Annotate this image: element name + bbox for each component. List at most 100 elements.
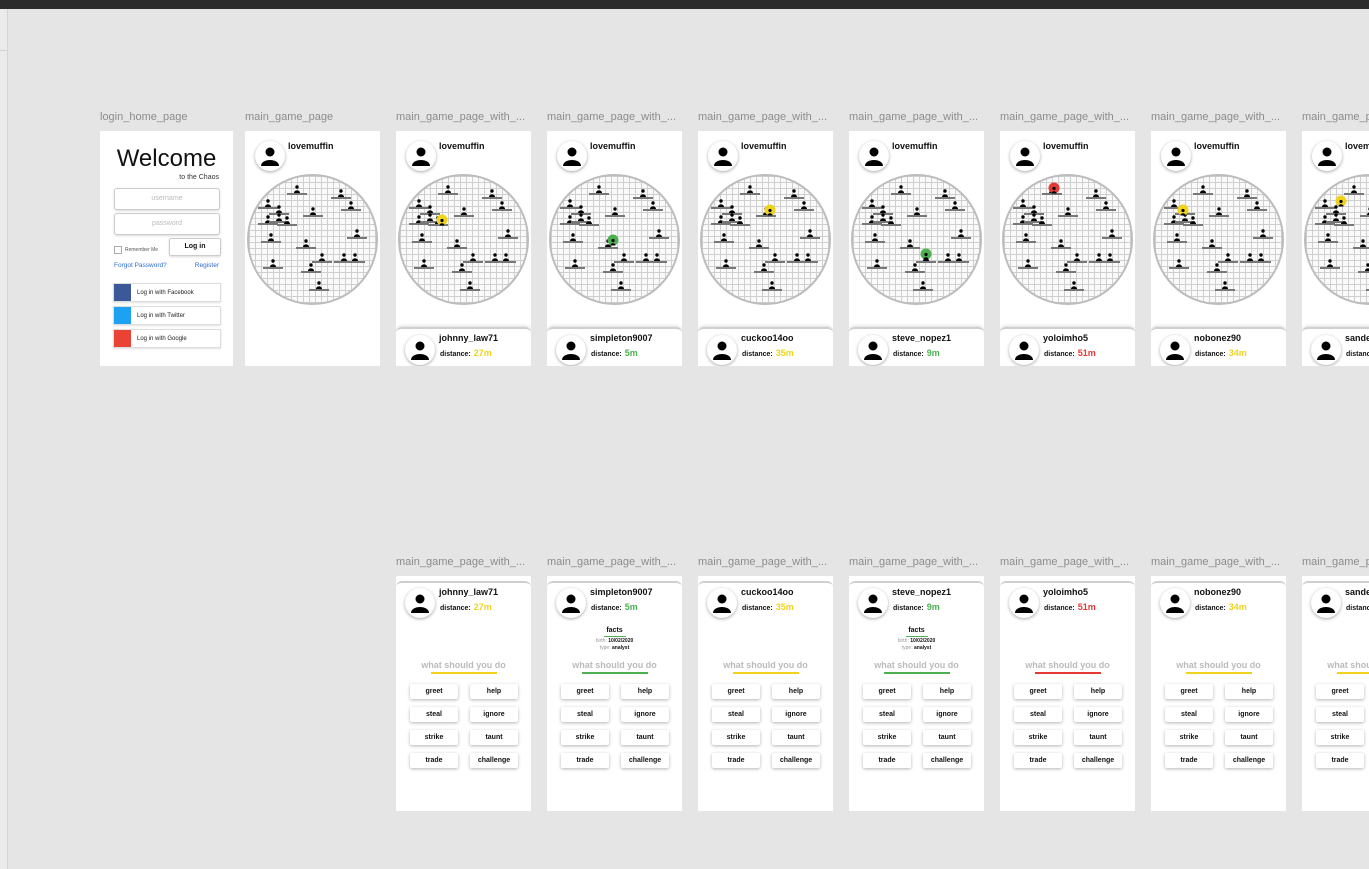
- player-marker[interactable]: [296, 239, 316, 249]
- player-marker[interactable]: [1183, 216, 1203, 226]
- player-avatar[interactable]: [556, 335, 586, 365]
- action-button-help[interactable]: help: [621, 684, 669, 699]
- player-marker[interactable]: [409, 199, 429, 209]
- player-avatar[interactable]: [858, 588, 888, 618]
- game-frame-with-player[interactable]: lovemuffin cuckoo14oo distance: 35m: [698, 131, 833, 366]
- player-marker[interactable]: [454, 207, 474, 217]
- player-map[interactable]: [700, 174, 831, 305]
- action-button-greet[interactable]: greet: [1316, 684, 1364, 699]
- player-detail-frame[interactable]: cuckoo14oo distance: 35m what should you do…: [698, 576, 833, 811]
- frame-label[interactable]: main_game_page_with_...: [1151, 111, 1286, 123]
- player-avatar[interactable]: [556, 588, 586, 618]
- player-marker[interactable]: [347, 229, 367, 239]
- player-marker[interactable]: [1207, 263, 1227, 273]
- action-button-greet[interactable]: greet: [561, 684, 609, 699]
- twitter-login-button[interactable]: Log in with Twitter: [113, 306, 221, 325]
- player-marker[interactable]: [905, 263, 925, 273]
- frame-label[interactable]: main_game_page_with_...: [849, 556, 984, 568]
- player-marker[interactable]: [1064, 281, 1084, 291]
- player-marker[interactable]: [711, 199, 731, 209]
- player-marker[interactable]: [714, 233, 734, 243]
- player-marker[interactable]: [258, 215, 278, 225]
- player-detail-frame[interactable]: johnny_law71 distance: 27m what should you …: [396, 576, 531, 811]
- player-marker[interactable]: [730, 216, 750, 226]
- username-field[interactable]: username: [114, 188, 220, 210]
- action-button-trade[interactable]: trade: [410, 753, 458, 768]
- action-button-challenge[interactable]: challenge: [470, 753, 518, 768]
- player-card[interactable]: steve_nopez1 distance: 9m: [849, 327, 984, 366]
- checkbox-box[interactable]: [114, 246, 122, 254]
- action-button-greet[interactable]: greet: [410, 684, 458, 699]
- player-card[interactable]: yoloimho5 distance: 51m: [1000, 327, 1135, 366]
- player-marker[interactable]: [301, 263, 321, 273]
- action-button-trade[interactable]: trade: [561, 753, 609, 768]
- player-avatar[interactable]: [1009, 588, 1039, 618]
- action-button-strike[interactable]: strike: [1316, 730, 1364, 745]
- player-marker[interactable]: [862, 215, 882, 225]
- google-login-button[interactable]: Log in with Google: [113, 329, 221, 348]
- action-button-taunt[interactable]: taunt: [621, 730, 669, 745]
- action-button-strike[interactable]: strike: [712, 730, 760, 745]
- player-marker[interactable]: [334, 253, 354, 263]
- player-marker[interactable]: [563, 233, 583, 243]
- player-marker[interactable]: [1247, 201, 1267, 211]
- frame-label[interactable]: main_game_page_with_...: [698, 556, 833, 568]
- player-marker[interactable]: [1096, 201, 1116, 211]
- action-button-steal[interactable]: steal: [1316, 707, 1364, 722]
- action-button-help[interactable]: help: [1074, 684, 1122, 699]
- selected-player-marker[interactable]: [1177, 204, 1189, 216]
- player-marker[interactable]: [409, 215, 429, 225]
- player-marker[interactable]: [907, 207, 927, 217]
- action-button-taunt[interactable]: taunt: [470, 730, 518, 745]
- game-frame-with-player[interactable]: lovemuffin simpleton9007 distance: 5m: [547, 131, 682, 366]
- facebook-login-button[interactable]: Log in with Facebook: [113, 283, 221, 302]
- player-map[interactable]: [851, 174, 982, 305]
- frame-label-main[interactable]: main_game_page: [245, 111, 380, 123]
- player-map[interactable]: [1304, 174, 1369, 305]
- action-button-strike[interactable]: strike: [1165, 730, 1213, 745]
- player-marker[interactable]: [643, 201, 663, 211]
- player-map[interactable]: [247, 174, 378, 305]
- player-detail-frame[interactable]: simpleton9007 distance: 5m facts birth: 10/0…: [547, 576, 682, 811]
- selected-player-marker[interactable]: [1048, 182, 1060, 194]
- player-avatar[interactable]: [858, 335, 888, 365]
- player-marker[interactable]: [1315, 215, 1335, 225]
- player-marker[interactable]: [711, 215, 731, 225]
- action-button-strike[interactable]: strike: [863, 730, 911, 745]
- player-marker[interactable]: [463, 253, 483, 263]
- action-button-greet[interactable]: greet: [1165, 684, 1213, 699]
- action-button-taunt[interactable]: taunt: [923, 730, 971, 745]
- player-avatar[interactable]: [1160, 335, 1190, 365]
- player-marker[interactable]: [749, 239, 769, 249]
- avatar[interactable]: [557, 141, 587, 171]
- frame-label[interactable]: main_game_page_with_...: [1151, 556, 1286, 568]
- player-marker[interactable]: [762, 281, 782, 291]
- avatar[interactable]: [406, 141, 436, 171]
- action-button-trade[interactable]: trade: [712, 753, 760, 768]
- action-button-help[interactable]: help: [923, 684, 971, 699]
- action-button-trade[interactable]: trade: [1165, 753, 1213, 768]
- player-marker[interactable]: [800, 229, 820, 239]
- frame-label[interactable]: main_game_page_: [1302, 556, 1369, 568]
- player-marker[interactable]: [492, 201, 512, 211]
- avatar[interactable]: [1010, 141, 1040, 171]
- game-frame-with-player[interactable]: lovem sande distanc: [1302, 131, 1369, 366]
- player-marker[interactable]: [1215, 281, 1235, 291]
- player-marker[interactable]: [765, 253, 785, 263]
- action-button-taunt[interactable]: taunt: [1225, 730, 1273, 745]
- player-map[interactable]: [1002, 174, 1133, 305]
- action-button-strike[interactable]: strike: [1014, 730, 1062, 745]
- player-marker[interactable]: [258, 199, 278, 209]
- player-marker[interactable]: [277, 216, 297, 226]
- player-marker[interactable]: [589, 185, 609, 195]
- player-marker[interactable]: [1240, 253, 1260, 263]
- player-marker[interactable]: [560, 215, 580, 225]
- player-card[interactable]: johnny_law71 distance: 27m: [396, 327, 531, 366]
- action-button-steal[interactable]: steal: [410, 707, 458, 722]
- frame-label[interactable]: main_game_page_with_...: [396, 111, 531, 123]
- player-marker[interactable]: [287, 185, 307, 195]
- player-avatar[interactable]: [1009, 335, 1039, 365]
- player-avatar[interactable]: [405, 335, 435, 365]
- player-marker[interactable]: [1013, 199, 1033, 209]
- player-marker[interactable]: [1089, 253, 1109, 263]
